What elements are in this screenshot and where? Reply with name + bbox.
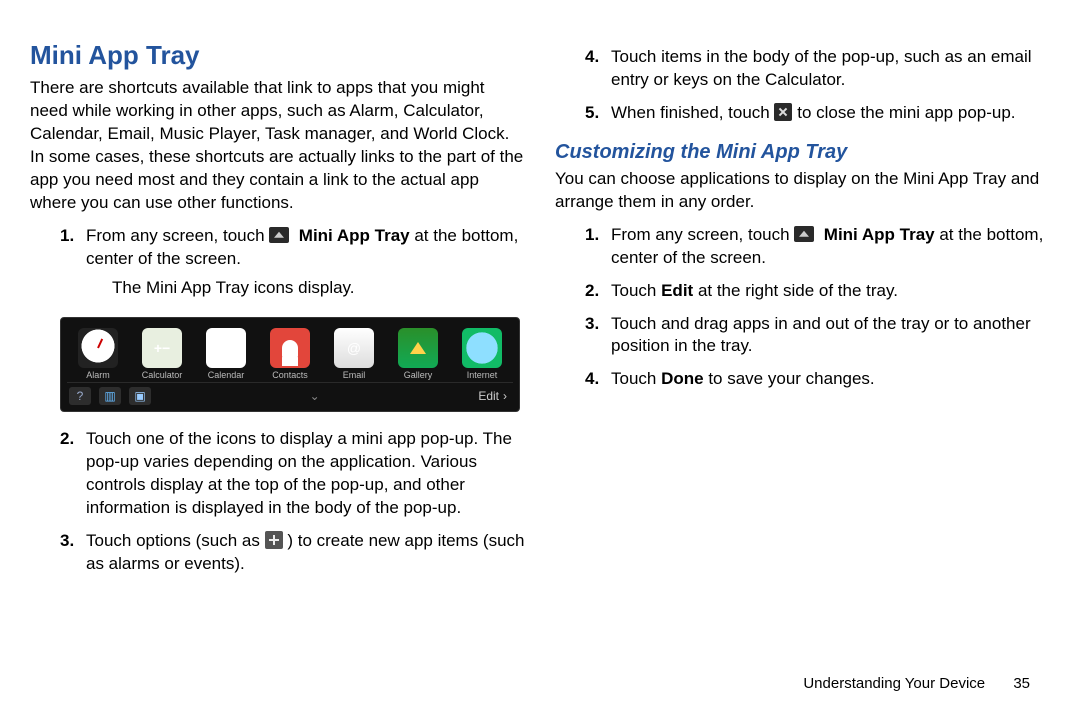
page-footer: Understanding Your Device 35 bbox=[803, 675, 1030, 692]
tray-item-internet: Internet bbox=[453, 328, 511, 380]
step-number: 2. bbox=[60, 428, 74, 451]
right-top-step-5: 5. When finished, touch to close the min… bbox=[585, 102, 1050, 125]
step-text: Touch options (such as bbox=[86, 531, 265, 550]
tray-item-gallery: Gallery bbox=[389, 328, 447, 380]
mini-app-tray-label: Mini App Tray bbox=[299, 226, 410, 245]
contacts-icon bbox=[270, 328, 310, 368]
step-number: 3. bbox=[585, 313, 599, 336]
step-text: When finished, touch bbox=[611, 103, 774, 122]
right-top-step-4: 4. Touch items in the body of the pop-up… bbox=[585, 46, 1050, 92]
right-step-4: 4. Touch Done to save your changes. bbox=[585, 368, 1050, 391]
step-text: Touch bbox=[611, 281, 661, 300]
step-number: 4. bbox=[585, 368, 599, 391]
subsection-heading: Customizing the Mini App Tray bbox=[555, 141, 1050, 164]
gallery-icon bbox=[398, 328, 438, 368]
left-step-2: 2. Touch one of the icons to display a m… bbox=[60, 428, 525, 520]
section-heading: Mini App Tray bbox=[30, 40, 525, 71]
step-text: to close the mini app pop-up. bbox=[797, 103, 1015, 122]
tray-label: Email bbox=[343, 370, 366, 380]
alarm-icon bbox=[78, 328, 118, 368]
step-number: 5. bbox=[585, 102, 599, 125]
tray-item-calculator: +− Calculator bbox=[133, 328, 191, 380]
footer-section: Understanding Your Device bbox=[803, 675, 985, 692]
tray-item-calendar: 31 Calendar bbox=[197, 328, 255, 380]
edit-label: Edit bbox=[661, 281, 693, 300]
tray-item-email: Email bbox=[325, 328, 383, 380]
mini-app-tray-label: Mini App Tray bbox=[824, 225, 935, 244]
left-step-3: 3. Touch options (such as ) to create ne… bbox=[60, 530, 525, 576]
email-icon bbox=[334, 328, 374, 368]
left-step-1: 1. From any screen, touch Mini App Tray … bbox=[60, 225, 525, 300]
edit-caret-icon: › bbox=[503, 389, 507, 403]
calendar-icon: 31 bbox=[206, 328, 246, 368]
window-icon: ▣ bbox=[129, 387, 151, 405]
mini-app-tray-graphic: Alarm +− Calculator 31 Calendar Contacts… bbox=[60, 317, 520, 412]
intro-paragraph: There are shortcuts available that link … bbox=[30, 77, 525, 215]
step-text: From any screen, touch bbox=[86, 226, 269, 245]
calculator-icon: +− bbox=[142, 328, 182, 368]
right-step-1: 1. From any screen, touch Mini App Tray … bbox=[585, 224, 1050, 270]
right-step-3: 3. Touch and drag apps in and out of the… bbox=[585, 313, 1050, 359]
mini-app-tray-icon bbox=[269, 227, 289, 243]
step-number: 2. bbox=[585, 280, 599, 303]
step-subnote: The Mini App Tray icons display. bbox=[86, 277, 525, 300]
tray-label: Gallery bbox=[404, 370, 433, 380]
help-icon: ? bbox=[69, 387, 91, 405]
panel-icon: ▥ bbox=[99, 387, 121, 405]
close-icon bbox=[774, 103, 792, 121]
step-text: Touch and drag apps in and out of the tr… bbox=[611, 314, 1031, 356]
tray-label: Calculator bbox=[142, 370, 183, 380]
done-label: Done bbox=[661, 369, 704, 388]
chevron-down-icon: ⌄ bbox=[310, 389, 320, 403]
step-text: Touch one of the icons to display a mini… bbox=[86, 429, 512, 517]
page-number: 35 bbox=[1013, 675, 1030, 692]
step-number: 1. bbox=[60, 225, 74, 248]
tray-label: Alarm bbox=[86, 370, 110, 380]
mini-app-tray-icon bbox=[794, 226, 814, 242]
step-text: From any screen, touch bbox=[611, 225, 794, 244]
step-text: Touch bbox=[611, 369, 661, 388]
tray-label: Internet bbox=[467, 370, 498, 380]
internet-icon bbox=[462, 328, 502, 368]
tray-label: Calendar bbox=[208, 370, 245, 380]
tray-item-alarm: Alarm bbox=[69, 328, 127, 380]
step-text: at the right side of the tray. bbox=[698, 281, 898, 300]
tray-label: Contacts bbox=[272, 370, 308, 380]
step-text: to save your changes. bbox=[708, 369, 874, 388]
tray-edit: Edit› bbox=[478, 389, 511, 403]
step-text: Touch items in the body of the pop-up, s… bbox=[611, 47, 1032, 89]
step-number: 3. bbox=[60, 530, 74, 553]
step-number: 4. bbox=[585, 46, 599, 69]
tray-item-contacts: Contacts bbox=[261, 328, 319, 380]
step-number: 1. bbox=[585, 224, 599, 247]
sub-intro-paragraph: You can choose applications to display o… bbox=[555, 168, 1050, 214]
right-step-2: 2. Touch Edit at the right side of the t… bbox=[585, 280, 1050, 303]
plus-icon bbox=[265, 531, 283, 549]
